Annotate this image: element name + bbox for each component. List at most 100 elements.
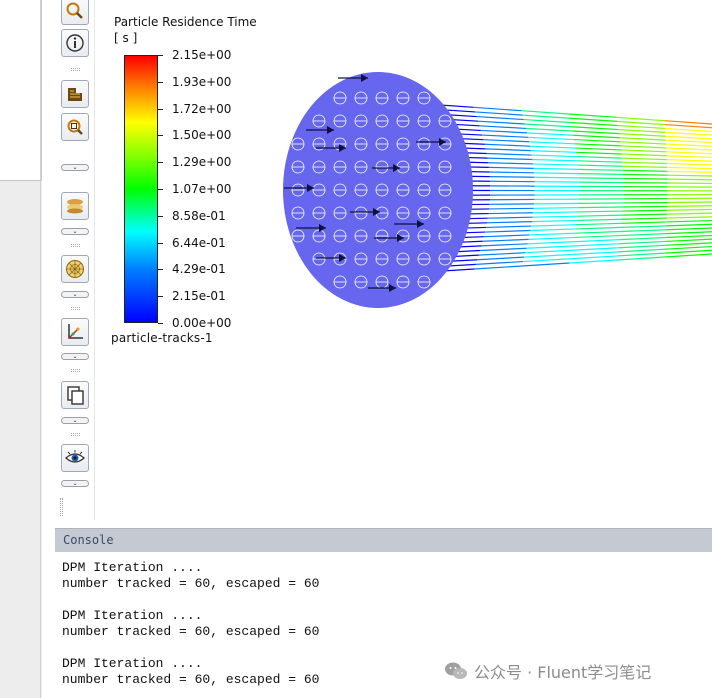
colorbar-label: 1.07e+00 bbox=[172, 182, 232, 196]
view-eye-icon[interactable] bbox=[61, 444, 89, 472]
particle-track bbox=[483, 139, 530, 143]
colorbar-label: 1.93e+00 bbox=[172, 74, 232, 89]
particle-track bbox=[667, 170, 712, 173]
particle-track bbox=[527, 241, 574, 245]
particle-track bbox=[622, 205, 668, 208]
particle-track bbox=[667, 162, 712, 166]
particle-track bbox=[578, 177, 624, 180]
particle-track bbox=[666, 231, 712, 235]
outline-tree-panel bbox=[0, 0, 42, 181]
colorbar-tick bbox=[158, 55, 163, 56]
particle-track bbox=[482, 134, 529, 138]
expand-group-1[interactable]: ⌄ bbox=[61, 164, 89, 171]
particle-track bbox=[483, 234, 530, 238]
particle-track bbox=[667, 174, 712, 177]
particle-track bbox=[530, 150, 577, 153]
particle-track bbox=[486, 152, 532, 156]
particle-track bbox=[666, 216, 712, 219]
particle-track bbox=[476, 115, 524, 121]
expand-group-6[interactable]: ⌄ bbox=[61, 480, 89, 487]
particle-track bbox=[665, 242, 712, 246]
particle-track bbox=[617, 120, 665, 126]
particle-track bbox=[533, 172, 579, 175]
particle-track bbox=[487, 157, 533, 161]
particle-track bbox=[478, 252, 526, 256]
particle-track bbox=[619, 137, 666, 141]
particle-track bbox=[574, 234, 621, 239]
particle-track bbox=[569, 117, 618, 123]
graphics-window[interactable]: Particle Residence Time [ s ] particle-t… bbox=[96, 0, 712, 522]
particle-track bbox=[521, 262, 570, 267]
expand-group-4[interactable]: ⌄ bbox=[61, 353, 89, 360]
colorbar bbox=[124, 55, 158, 323]
particle-track bbox=[622, 209, 668, 212]
particle-track bbox=[485, 229, 531, 233]
particle-track bbox=[667, 178, 712, 181]
watermark-text: 公众号 · Fluent学习笔记 bbox=[474, 663, 652, 682]
sphere-mesh-icon[interactable] bbox=[61, 255, 89, 283]
particle-track bbox=[524, 123, 572, 128]
toolbar-grip bbox=[71, 68, 80, 71]
particle-track bbox=[475, 260, 524, 265]
zoom-to-fit-icon[interactable] bbox=[61, 113, 89, 141]
particle-track bbox=[666, 159, 712, 162]
particle-track bbox=[664, 249, 712, 254]
particle-track bbox=[619, 240, 666, 245]
particle-track bbox=[620, 141, 667, 145]
particle-track bbox=[621, 157, 667, 161]
particle-track bbox=[666, 147, 712, 151]
particle-track bbox=[577, 214, 623, 217]
particle-track bbox=[568, 113, 617, 118]
particle-track bbox=[665, 143, 712, 147]
panel-splitter[interactable] bbox=[40, 0, 41, 698]
particle-track bbox=[667, 166, 712, 170]
toolbar-grip bbox=[71, 369, 80, 372]
graphics-toolbar: ⌄ ⌄ ⌄ ⌄ ⌄ ⌄ bbox=[53, 0, 95, 520]
particle-track bbox=[665, 131, 712, 136]
particle-track bbox=[575, 147, 622, 151]
expand-group-2[interactable]: ⌄ bbox=[61, 228, 89, 235]
console-title: Console bbox=[63, 533, 114, 547]
particle-track bbox=[572, 130, 620, 135]
axes-icon[interactable] bbox=[61, 318, 89, 346]
particle-track bbox=[474, 265, 522, 270]
expand-group-3[interactable]: ⌄ bbox=[61, 291, 89, 298]
particle-track bbox=[617, 252, 665, 257]
particle-track bbox=[621, 153, 667, 157]
particle-track bbox=[532, 163, 578, 166]
copy-window-icon[interactable] bbox=[61, 381, 89, 409]
particle-track bbox=[621, 217, 668, 220]
particle-track bbox=[578, 173, 623, 175]
expand-group-5[interactable]: ⌄ bbox=[61, 417, 89, 424]
particle-track bbox=[622, 213, 668, 216]
colorbar-tick bbox=[158, 269, 163, 271]
mesh-display-icon[interactable] bbox=[61, 80, 89, 108]
particle-track bbox=[488, 166, 534, 169]
particle-track bbox=[665, 135, 712, 140]
particle-track bbox=[532, 215, 578, 218]
particle-track bbox=[477, 256, 525, 261]
toolbar-resize-grip[interactable] bbox=[60, 498, 63, 516]
particle-track bbox=[618, 244, 666, 249]
particle-track bbox=[667, 208, 712, 211]
particle-track bbox=[523, 258, 571, 263]
fluent-window: ⌄ ⌄ ⌄ ⌄ ⌄ ⌄ Particle Residence Time [ s … bbox=[0, 0, 712, 698]
info-icon[interactable] bbox=[61, 29, 89, 57]
particle-track bbox=[531, 219, 578, 223]
particle-track bbox=[482, 238, 529, 242]
zoom-icon[interactable] bbox=[61, 0, 89, 25]
particle-track bbox=[529, 145, 576, 149]
particle-track bbox=[528, 136, 575, 141]
particle-track bbox=[664, 123, 712, 129]
contours-icon[interactable] bbox=[61, 192, 89, 220]
particle-track bbox=[571, 126, 619, 131]
legend-title: Particle Residence Time bbox=[114, 15, 257, 29]
particle-track bbox=[665, 238, 712, 243]
particle-track bbox=[618, 128, 666, 133]
wechat-logo-icon bbox=[445, 662, 467, 679]
particle-track bbox=[578, 206, 623, 209]
colorbar-label: 8.58e-01 bbox=[172, 208, 226, 223]
colorbar-tick bbox=[158, 296, 163, 298]
particle-track bbox=[666, 223, 712, 227]
console-line: number tracked = 60, escaped = 60 bbox=[62, 672, 320, 687]
